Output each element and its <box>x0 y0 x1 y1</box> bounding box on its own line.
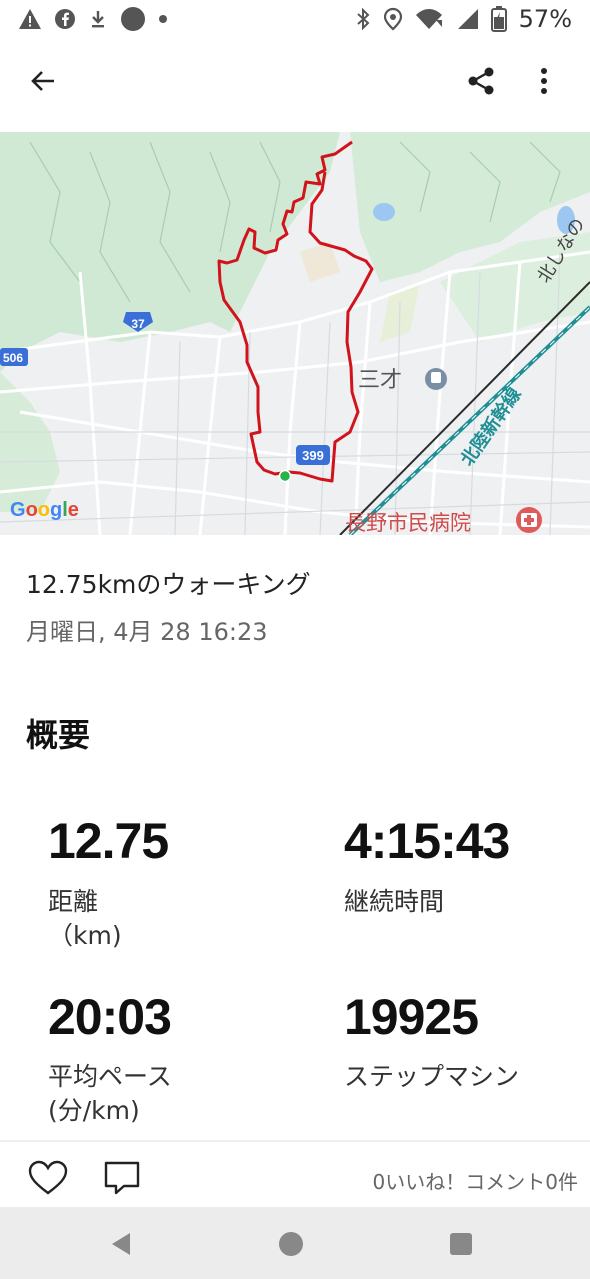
circle-dot-icon <box>120 6 146 32</box>
steps-label: ステップマシン <box>344 1062 520 1091</box>
road-shield-506: 506 <box>0 348 28 366</box>
nav-recents-button[interactable] <box>446 1229 476 1259</box>
wifi-icon <box>415 8 443 30</box>
nav-home-icon <box>279 1232 303 1256</box>
avg-pace-value: 20:03 <box>48 989 172 1045</box>
divider <box>0 1140 590 1142</box>
steps-value: 19925 <box>344 989 479 1045</box>
warning-icon <box>18 8 42 30</box>
battery-icon <box>490 6 507 32</box>
avg-pace-unit: (分/km) <box>48 1096 140 1125</box>
duration-value: 4:15:43 <box>344 813 510 869</box>
google-logo: Google <box>10 499 79 521</box>
duration-label: 継続時間 <box>344 887 445 916</box>
distance-unit: （km) <box>48 921 122 950</box>
start-marker <box>278 469 292 483</box>
bluetooth-icon <box>355 7 371 31</box>
activity-date: 月曜日, 4月 28 16:23 <box>26 618 268 646</box>
nav-home-button[interactable] <box>276 1229 306 1259</box>
svg-text:37: 37 <box>131 317 145 331</box>
activity-title: 12.75kmのウォーキング <box>26 570 311 599</box>
route-map[interactable]: 37 506 399 三才 北陸新幹線 北しなの 長野市民病院 Google <box>0 132 590 535</box>
download-icon <box>88 8 108 30</box>
like-button[interactable] <box>26 1156 70 1200</box>
svg-text:399: 399 <box>302 448 324 463</box>
svg-text:506: 506 <box>3 351 23 365</box>
share-button[interactable] <box>458 58 504 104</box>
nav-back-button[interactable] <box>106 1229 136 1259</box>
back-button[interactable] <box>20 58 66 104</box>
action-bar: 0いいね！コメント0件 <box>0 1146 590 1208</box>
train-station-icon <box>425 368 447 390</box>
heart-icon <box>28 1160 68 1195</box>
road-shield-399: 399 <box>296 445 330 465</box>
app-bar <box>0 46 590 116</box>
nav-back-icon <box>112 1233 130 1255</box>
map-canvas: 37 506 399 三才 北陸新幹線 北しなの 長野市民病院 Google <box>0 132 590 535</box>
more-options-button[interactable] <box>521 58 567 104</box>
nav-recents-icon <box>450 1233 472 1255</box>
facebook-icon <box>54 8 76 30</box>
pond <box>373 203 395 221</box>
small-dot-icon <box>158 14 168 24</box>
likes-comments-count[interactable]: 0いいね！コメント0件 <box>373 1166 578 1195</box>
distance-value: 12.75 <box>48 813 169 869</box>
location-icon <box>383 7 403 31</box>
status-bar: 57% <box>0 0 590 38</box>
status-bar-left <box>18 6 168 32</box>
battery-percentage: 57% <box>518 5 572 33</box>
system-nav-bar <box>0 1207 590 1279</box>
station-label: 三才 <box>358 368 402 393</box>
distance-label: 距離 <box>48 887 99 916</box>
comment-icon <box>104 1161 140 1195</box>
share-icon <box>468 67 494 95</box>
avg-pace-label: 平均ペース <box>48 1062 172 1091</box>
arrow-back-icon <box>31 71 54 91</box>
more-vert-icon <box>541 68 547 94</box>
hospital-label: 長野市民病院 <box>345 511 471 535</box>
status-bar-right: 57% <box>355 5 572 33</box>
comment-button[interactable] <box>100 1156 144 1200</box>
overview-heading: 概要 <box>26 716 91 754</box>
signal-icon <box>455 8 479 30</box>
hospital-icon <box>516 507 542 533</box>
